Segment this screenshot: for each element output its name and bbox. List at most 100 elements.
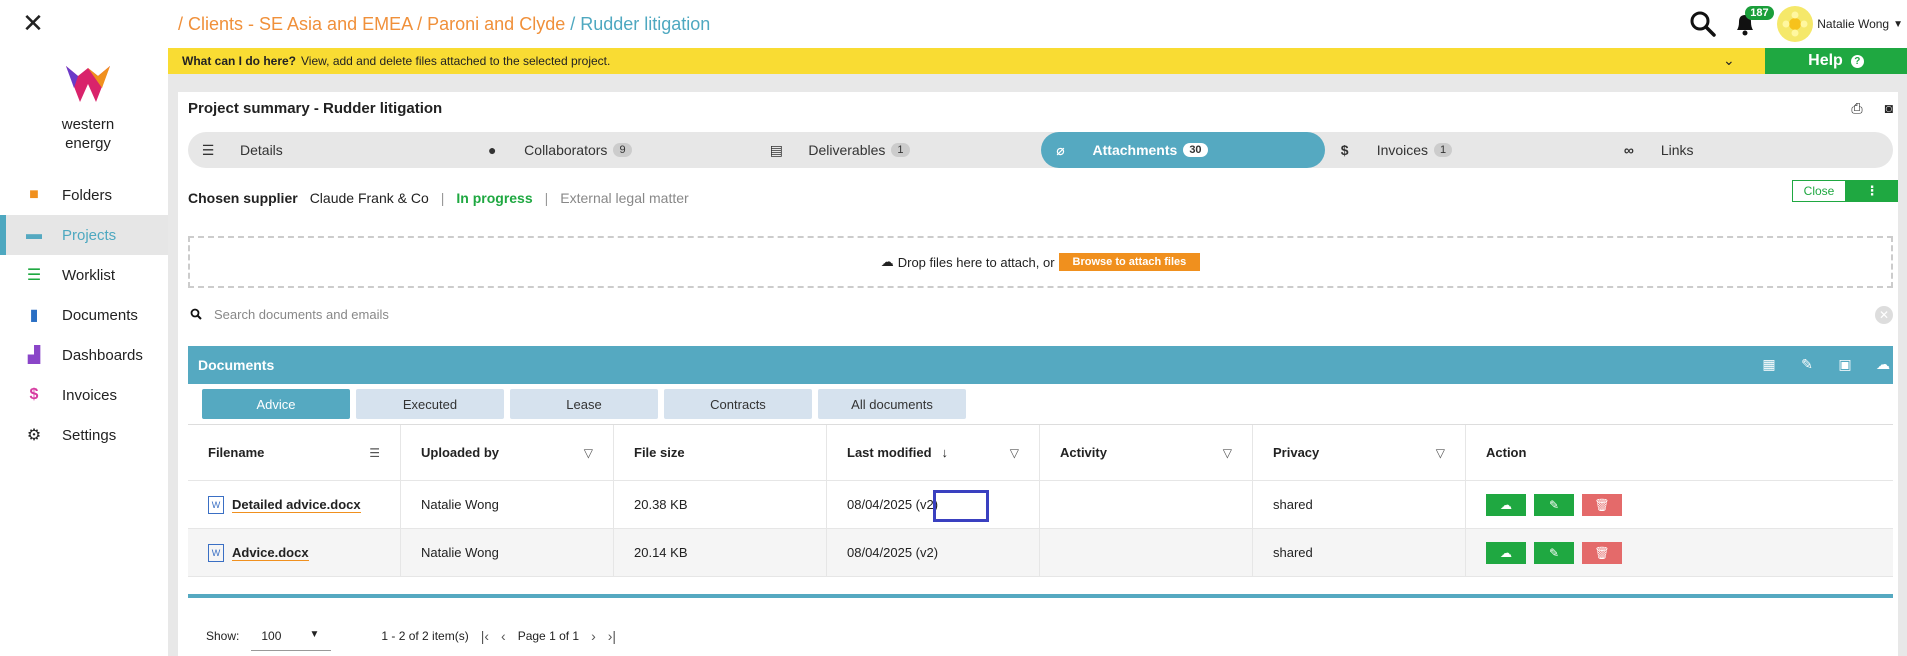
tab-attachments[interactable]: ⌀ Attachments 30 xyxy=(1040,132,1325,168)
column-header-uploaded-by[interactable]: Uploaded by ▽ xyxy=(401,425,614,480)
filename-cell: W Advice.docx xyxy=(188,529,401,576)
first-page-icon[interactable]: |‹ xyxy=(481,628,489,644)
tab-collaborators[interactable]: ● Collaborators 9 xyxy=(472,132,756,168)
download-button[interactable]: ☁ xyxy=(1486,493,1526,516)
sidebar-item-worklist[interactable]: ☰ Worklist xyxy=(0,255,168,295)
tab-lease[interactable]: Lease xyxy=(510,389,658,419)
file-size-cell: 20.38 KB xyxy=(614,481,827,528)
cloud-upload-icon: ☁ xyxy=(880,254,894,269)
sidebar-item-projects[interactable]: ▬ Projects xyxy=(0,215,168,255)
column-header-last-modified[interactable]: Last modified ↓ ▽ xyxy=(827,425,1040,480)
cloud-upload-icon[interactable]: ☁ xyxy=(1873,356,1893,373)
download-button[interactable]: ☁ xyxy=(1486,541,1526,564)
delete-button[interactable]: 🗑 xyxy=(1582,541,1622,564)
previous-page-icon[interactable]: ‹ xyxy=(501,628,506,644)
document-search: ✕ xyxy=(188,300,1893,328)
breadcrumb-item-current: / Rudder litigation xyxy=(570,14,711,34)
supplier-info: Chosen supplier Claude Frank & Co | In p… xyxy=(188,190,689,206)
bar-chart-icon: ▟ xyxy=(27,347,41,364)
tab-deliverables[interactable]: ▤ Deliverables 1 xyxy=(756,132,1040,168)
tab-links[interactable]: ∞ Links xyxy=(1609,132,1893,168)
user-name[interactable]: Natalie Wong xyxy=(1817,17,1889,31)
tab-advice[interactable]: Advice xyxy=(202,389,350,419)
sidebar-item-label: Invoices xyxy=(62,386,118,404)
last-page-icon[interactable]: ›| xyxy=(608,628,616,644)
action-cell: ☁ ✎ 🗑 xyxy=(1466,529,1680,576)
edit-button[interactable]: ✎ xyxy=(1534,541,1574,564)
file-link[interactable]: Advice.docx xyxy=(232,545,309,561)
breadcrumb-item-matter[interactable]: / Paroni and Clyde xyxy=(417,14,565,34)
column-header-file-size[interactable]: File size xyxy=(614,425,827,480)
edit-button[interactable]: ✎ xyxy=(1534,493,1574,516)
chevron-down-icon[interactable]: ▼ xyxy=(1893,19,1903,30)
delete-button[interactable]: 🗑 xyxy=(1582,493,1622,516)
sidebar-item-settings[interactable]: ⚙ Settings xyxy=(0,415,168,455)
filter-icon[interactable]: ▽ xyxy=(584,446,593,460)
tab-details[interactable]: ☰ Details xyxy=(188,132,472,168)
column-header-filename[interactable]: Filename ☰ xyxy=(188,425,401,480)
activity-cell xyxy=(1040,529,1253,576)
sidebar-item-label: Settings xyxy=(62,426,117,444)
print-icon[interactable]: ⎙ xyxy=(1848,100,1866,116)
avatar-flower-icon xyxy=(1782,11,1808,37)
tab-executed[interactable]: Executed xyxy=(356,389,504,419)
briefcase-icon: ▬ xyxy=(26,226,42,243)
page-size-select[interactable]: 100 ▼ xyxy=(251,621,332,651)
sidebar-item-documents[interactable]: ▮ Documents xyxy=(0,295,168,335)
sidebar-item-invoices[interactable]: $ Invoices xyxy=(0,375,168,415)
sidebar-nav: ■ Folders ▬ Projects ☰ Worklist ▮ Docume… xyxy=(0,175,168,455)
clear-search-icon[interactable]: ✕ xyxy=(1875,306,1893,324)
paperclip-icon: ⌀ xyxy=(1056,141,1065,158)
panel-toolbar: ⎙ ◙ xyxy=(1848,100,1898,116)
breadcrumb-item-client[interactable]: / Clients - SE Asia and EMEA xyxy=(178,14,412,34)
sidebar-item-label: Worklist xyxy=(62,266,116,284)
sidebar-item-folders[interactable]: ■ Folders xyxy=(0,175,168,215)
column-header-privacy[interactable]: Privacy ▽ xyxy=(1253,425,1466,480)
chevron-down-icon[interactable]: ⌄ xyxy=(1723,52,1735,69)
tab-all-documents[interactable]: All documents xyxy=(818,389,966,419)
document-category-tabs: Advice Executed Lease Contracts All docu… xyxy=(188,384,1893,424)
filter-icon[interactable]: ▽ xyxy=(1223,446,1232,460)
camera-icon[interactable]: ◙ xyxy=(1880,100,1898,116)
column-label: Uploaded by xyxy=(421,445,500,460)
browse-files-button[interactable]: Browse to attach files xyxy=(1058,253,1201,271)
save-icon[interactable]: ▣ xyxy=(1835,356,1855,373)
tab-count: 1 xyxy=(1434,143,1453,157)
file-link[interactable]: Detailed advice.docx xyxy=(232,497,361,513)
sidebar-item-dashboards[interactable]: ▟ Dashboards xyxy=(0,335,168,375)
close-button[interactable]: Close xyxy=(1792,180,1846,202)
next-page-icon[interactable]: › xyxy=(591,628,596,644)
sort-lines-icon[interactable]: ☰ xyxy=(369,446,380,460)
more-options-icon[interactable]: ⋮ xyxy=(1846,180,1898,202)
logo: western energy xyxy=(48,58,128,152)
avatar[interactable] xyxy=(1777,6,1814,42)
column-label: Filename xyxy=(208,445,265,460)
uploaded-by-cell: Natalie Wong xyxy=(401,529,614,576)
table-row: W Detailed advice.docx Natalie Wong 20.3… xyxy=(188,481,1893,529)
documents-header: Documents ▦ ✎ ▣ ☁ xyxy=(188,346,1893,384)
filter-icon[interactable]: ▽ xyxy=(1436,446,1445,460)
file-dropzone[interactable]: ☁ Drop files here to attach, or Browse t… xyxy=(188,236,1893,288)
search-icon[interactable] xyxy=(1689,10,1717,38)
tab-contracts[interactable]: Contracts xyxy=(664,389,812,419)
word-document-icon: W xyxy=(208,495,224,514)
sidebar-item-label: Dashboards xyxy=(62,346,143,364)
logo-text-line2: energy xyxy=(65,135,111,152)
link-icon: ∞ xyxy=(1623,142,1634,158)
tab-invoices[interactable]: $ Invoices 1 xyxy=(1325,132,1609,168)
search-input[interactable] xyxy=(214,306,1814,322)
tab-label: Links xyxy=(1660,142,1694,158)
tab-label: Details xyxy=(240,142,283,158)
filter-icon[interactable]: ▽ xyxy=(1010,446,1019,460)
dollar-icon: $ xyxy=(1340,142,1349,158)
page-size-label: Show: xyxy=(206,629,240,643)
close-menu-icon[interactable]: ✕ xyxy=(20,10,46,36)
grid-icon[interactable]: ▦ xyxy=(1759,356,1779,373)
edit-icon[interactable]: ✎ xyxy=(1797,356,1817,373)
help-button[interactable]: Help ? xyxy=(1765,48,1907,74)
tab-count: 30 xyxy=(1183,143,1208,157)
column-header-activity[interactable]: Activity ▽ xyxy=(1040,425,1253,480)
notifications-bell-icon[interactable]: 187 xyxy=(1731,6,1774,38)
last-modified-cell: 08/04/2025 (v2) xyxy=(827,481,1040,528)
logo-bird-icon xyxy=(66,66,110,102)
